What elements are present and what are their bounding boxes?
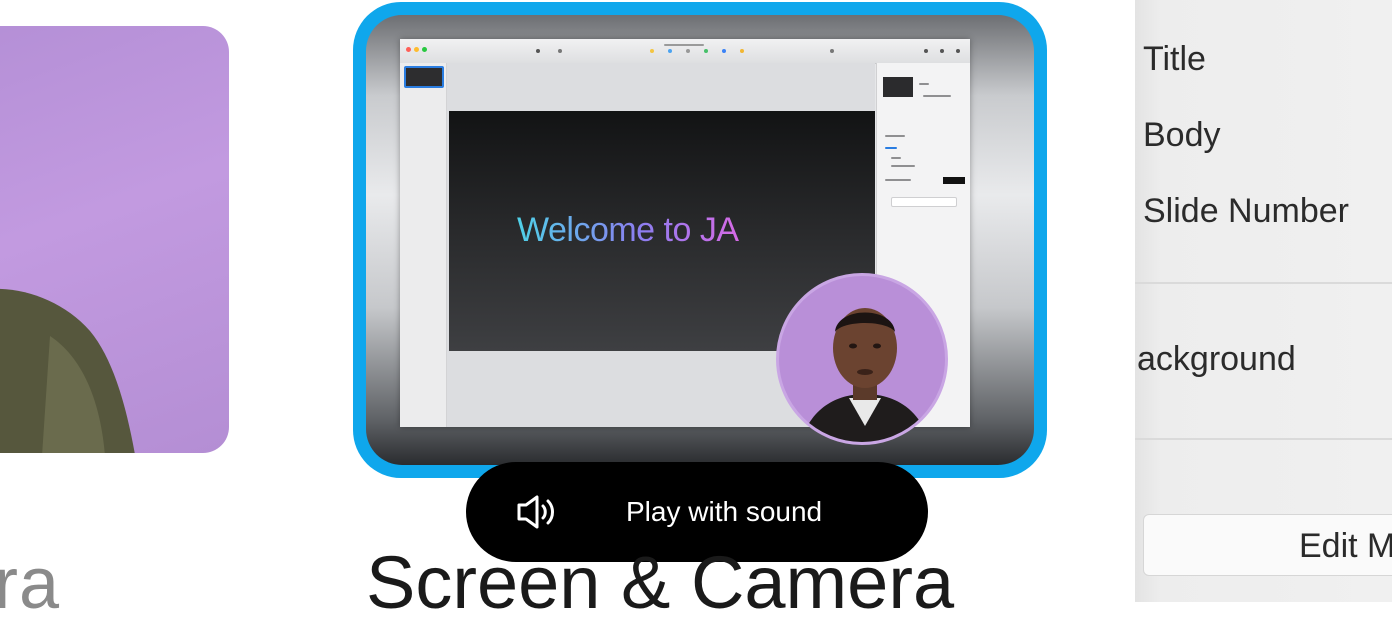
- toolbar-icon: [830, 49, 834, 53]
- screen-and-camera-card[interactable]: Welcome to JA: [353, 2, 1047, 478]
- webcam-bubble: [776, 273, 948, 445]
- background-swatch: [943, 177, 965, 184]
- presenter-face: [800, 308, 930, 442]
- zoom-dot: [422, 47, 427, 52]
- left-video-card[interactable]: [0, 26, 229, 453]
- minimize-dot: [414, 47, 419, 52]
- slide-navigator: [400, 63, 447, 427]
- toolbar-icon: [940, 49, 944, 53]
- slide-title: Welcome to JA: [517, 211, 739, 249]
- divider: [1135, 438, 1392, 440]
- toolbar-icon: [668, 49, 672, 53]
- inspector-checkbox: [885, 147, 897, 149]
- edit-master-label: Edit M: [1299, 527, 1392, 565]
- toolbar-icon: [722, 49, 726, 53]
- inspector-line: [891, 157, 901, 159]
- divider: [1135, 282, 1392, 284]
- presenter-image: [0, 289, 135, 453]
- inspector-thumbnail: [883, 77, 913, 97]
- inspector-line: [885, 135, 905, 137]
- toolbar-icon: [704, 49, 708, 53]
- inspector-line: [891, 165, 915, 167]
- play-with-sound-label: Play with sound: [626, 496, 823, 527]
- window-toolbar: [400, 39, 970, 64]
- inspector-item-title: Title: [1143, 40, 1206, 78]
- toolbar-icon: [536, 49, 540, 53]
- inspector-button: [891, 197, 957, 207]
- edit-master-button[interactable]: Edit M: [1143, 514, 1392, 576]
- inspector-item-body: Body: [1143, 116, 1221, 154]
- inspector-item-background: ackground: [1137, 340, 1296, 378]
- right-inspector-card[interactable]: Title Body Slide Number ackground Edit M: [1135, 0, 1392, 602]
- toolbar-icon: [740, 49, 744, 53]
- toolbar-icon: [924, 49, 928, 53]
- video-preview: Welcome to JA: [366, 15, 1034, 465]
- close-dot: [406, 47, 411, 52]
- toolbar-icon: [956, 49, 960, 53]
- toolbar-icon: [686, 49, 690, 53]
- speaker-sound-icon: [517, 495, 554, 529]
- slide-thumbnail: [404, 66, 444, 88]
- inspector-item-slide-number: Slide Number: [1143, 192, 1349, 230]
- window-title-line: [664, 44, 704, 46]
- center-card-caption: Screen & Camera: [366, 541, 955, 624]
- inspector-line: [919, 83, 929, 85]
- toolbar-icon: [650, 49, 654, 53]
- toolbar-icon: [558, 49, 562, 53]
- left-card-caption: ra: [0, 544, 61, 624]
- inspector-line: [885, 179, 911, 181]
- inspector-line: [923, 95, 951, 97]
